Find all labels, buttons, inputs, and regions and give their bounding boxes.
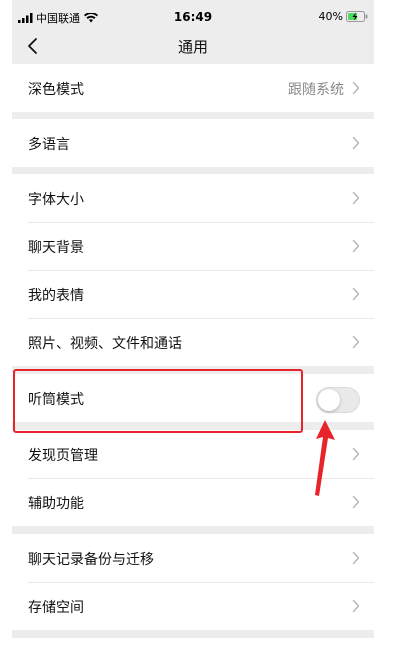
row-accessibility[interactable]: 辅助功能 [12, 478, 374, 526]
nav-bar: 通用 [12, 32, 374, 62]
settings-group-display: 深色模式 跟随系统 [12, 64, 374, 112]
chevron-right-icon [352, 136, 360, 150]
settings-group-storage: 聊天记录备份与迁移 存储空间 [12, 534, 374, 630]
settings-group-language: 多语言 [12, 119, 374, 167]
row-label: 听筒模式 [28, 392, 84, 408]
page-title: 通用 [177, 38, 208, 56]
battery-percent: 40% [318, 10, 343, 23]
row-media-files[interactable]: 照片、视频、文件和通话 [12, 318, 374, 366]
row-label: 发现页管理 [28, 448, 98, 464]
row-language[interactable]: 多语言 [12, 119, 374, 167]
row-label: 辅助功能 [28, 496, 84, 512]
row-label: 照片、视频、文件和通话 [28, 336, 182, 352]
row-label: 聊天记录备份与迁移 [28, 552, 154, 568]
row-earpiece-mode: 听筒模式 [12, 374, 374, 422]
chevron-right-icon [352, 81, 360, 95]
chevron-right-icon [352, 335, 360, 349]
settings-group-chat: 字体大小 聊天背景 我的表情 照片、视频、文件和通话 [12, 174, 374, 366]
row-chat-backup[interactable]: 聊天记录备份与迁移 [12, 534, 374, 582]
settings-group-earpiece: 听筒模式 [12, 374, 374, 422]
chevron-right-icon [352, 239, 360, 253]
chevron-right-icon [352, 495, 360, 509]
row-label: 聊天背景 [28, 240, 84, 256]
row-font-size[interactable]: 字体大小 [12, 174, 374, 222]
settings-group-more [12, 638, 374, 652]
chevron-right-icon [352, 191, 360, 205]
settings-group-features: 发现页管理 辅助功能 [12, 430, 374, 526]
row-discover-management[interactable]: 发现页管理 [12, 430, 374, 478]
chevron-right-icon [352, 599, 360, 613]
row-dark-mode[interactable]: 深色模式 跟随系统 [12, 64, 374, 112]
row-label: 我的表情 [28, 288, 84, 304]
row-value: 跟随系统 [288, 82, 344, 98]
earpiece-mode-toggle[interactable] [316, 387, 360, 413]
status-right: 40% [319, 10, 368, 23]
row-label: 深色模式 [28, 82, 84, 98]
settings-screen: 中国联通 16:49 40% 通用 深色模式 跟随系统 多语言 字体大小 聊天背… [12, 0, 374, 652]
row-storage[interactable]: 存储空间 [12, 582, 374, 630]
row-label: 存储空间 [28, 600, 84, 616]
chevron-right-icon [352, 447, 360, 461]
row-label: 多语言 [28, 137, 70, 153]
chevron-right-icon [352, 551, 360, 565]
row-label: 字体大小 [28, 192, 84, 208]
row-my-stickers[interactable]: 我的表情 [12, 270, 374, 318]
battery-charging-icon [346, 11, 368, 22]
status-bar: 中国联通 16:49 40% [12, 0, 374, 32]
toggle-knob [318, 389, 340, 411]
row-chat-background[interactable]: 聊天背景 [12, 222, 374, 270]
chevron-right-icon [352, 287, 360, 301]
